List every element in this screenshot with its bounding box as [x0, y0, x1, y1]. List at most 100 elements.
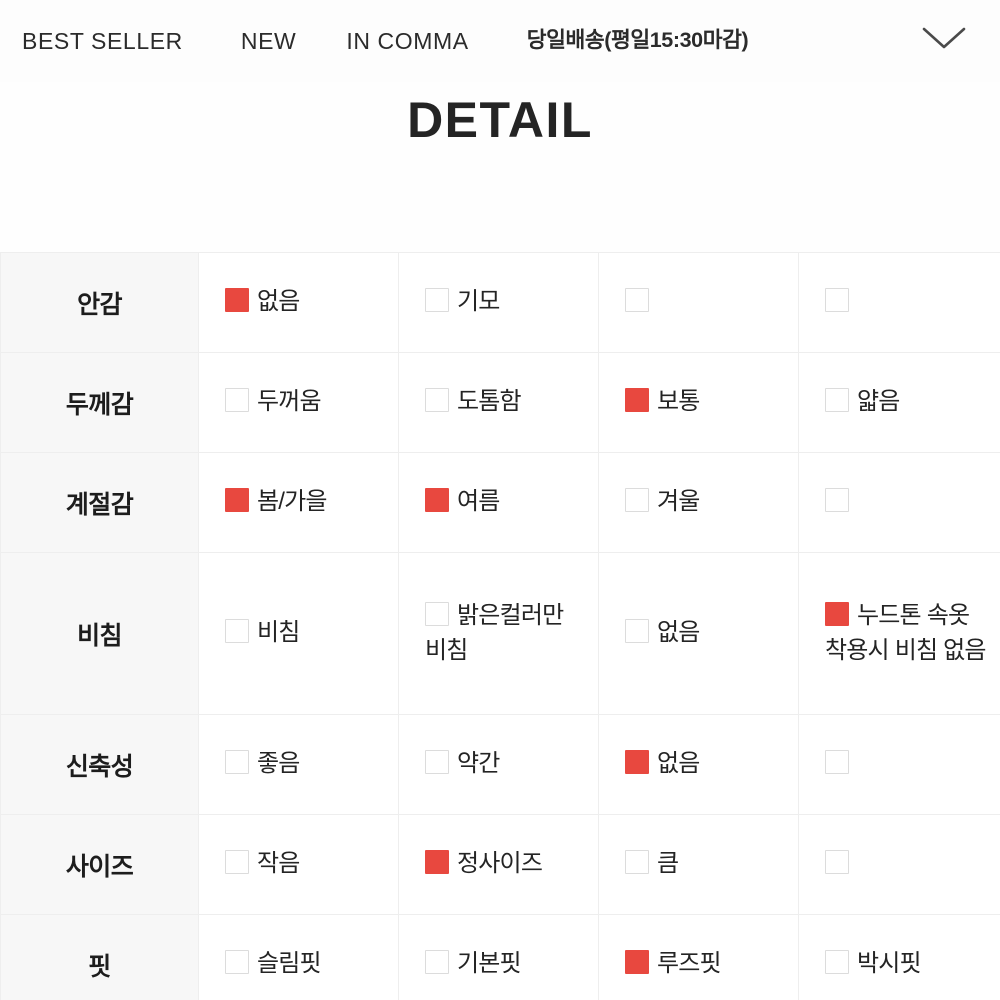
nav-expand-button[interactable]	[918, 22, 970, 54]
spec-option[interactable]: 좋음	[225, 747, 398, 781]
checkbox-checked-icon[interactable]	[625, 750, 649, 775]
spec-option-cell[interactable]: 봄/가을	[198, 452, 399, 553]
spec-option-label: 없음	[657, 619, 700, 647]
checkbox-checked-icon[interactable]	[225, 288, 249, 313]
spec-option-cell[interactable]: 큼	[598, 814, 799, 915]
spec-option[interactable]: 정사이즈	[425, 847, 598, 881]
spec-option[interactable]: 두꺼움	[225, 385, 398, 419]
checkbox-unchecked-icon[interactable]	[225, 388, 249, 413]
spec-option-cell[interactable]: 기모	[398, 252, 599, 353]
spec-option-cell[interactable]	[798, 814, 1000, 915]
spec-option[interactable]: 겨울	[625, 485, 798, 519]
spec-option-label: 기모	[457, 288, 500, 316]
spec-option-cell[interactable]: 없음	[198, 252, 399, 353]
spec-option[interactable]	[825, 847, 1000, 881]
checkbox-unchecked-icon[interactable]	[825, 950, 849, 975]
product-detail-page: BEST SELLER NEW IN COMMA 당일배송(평일15:30마감)…	[0, 0, 1000, 1000]
spec-option-cell[interactable]: 작음	[198, 814, 399, 915]
spec-option[interactable]: 없음	[625, 616, 798, 650]
table-row: 사이즈 작음 정사이즈 큼	[0, 814, 1000, 915]
spec-option-cell[interactable]: 겨울	[598, 452, 799, 553]
spec-option[interactable]: 봄/가을	[225, 485, 398, 519]
checkbox-unchecked-icon[interactable]	[625, 488, 649, 513]
spec-option-cell[interactable]	[798, 714, 1000, 815]
spec-option-cell[interactable]: 루즈핏	[598, 914, 799, 1000]
spec-option[interactable]: 여름	[425, 485, 598, 519]
spec-option-cell[interactable]: 누드톤 속옷 착용시 비침 없음	[798, 552, 1000, 715]
spec-option-cell[interactable]: 약간	[398, 714, 599, 815]
spec-option-cell[interactable]: 비침	[198, 552, 399, 715]
spec-option[interactable]: 얇음	[825, 385, 1000, 419]
checkbox-unchecked-icon[interactable]	[825, 750, 849, 775]
spec-option[interactable]: 약간	[425, 747, 598, 781]
checkbox-checked-icon[interactable]	[625, 950, 649, 975]
spec-option[interactable]	[825, 747, 1000, 781]
spec-option-cell[interactable]	[798, 452, 1000, 553]
checkbox-unchecked-icon[interactable]	[625, 619, 649, 644]
spec-option-label: 누드톤 속옷 착용시 비침 없음	[825, 602, 987, 664]
checkbox-checked-icon[interactable]	[825, 602, 849, 627]
nav-item-same-day-delivery[interactable]: 당일배송(평일15:30마감)	[527, 30, 749, 52]
spec-option[interactable]: 작음	[225, 847, 398, 881]
spec-option[interactable]: 슬림핏	[225, 947, 398, 981]
spec-row-label: 신축성	[0, 714, 199, 815]
table-row: 신축성 좋음 약간 없음	[0, 714, 1000, 815]
checkbox-unchecked-icon[interactable]	[425, 750, 449, 775]
checkbox-checked-icon[interactable]	[425, 850, 449, 875]
checkbox-unchecked-icon[interactable]	[225, 950, 249, 975]
checkbox-checked-icon[interactable]	[625, 388, 649, 413]
spec-option[interactable]: 큼	[625, 847, 798, 881]
spec-option-cell[interactable]: 없음	[598, 714, 799, 815]
nav-item-in-comma[interactable]: IN COMMA	[346, 29, 468, 53]
checkbox-unchecked-icon[interactable]	[625, 850, 649, 875]
checkbox-unchecked-icon[interactable]	[825, 288, 849, 313]
spec-option-cell[interactable]: 좋음	[198, 714, 399, 815]
nav-item-best-seller[interactable]: BEST SELLER	[22, 29, 183, 53]
checkbox-unchecked-icon[interactable]	[425, 950, 449, 975]
spec-option-cell[interactable]: 두꺼움	[198, 352, 399, 453]
spec-option-cell[interactable]: 얇음	[798, 352, 1000, 453]
table-row: 비침 비침 밝은컬러만 비침 없음 누드톤 속옷 착용시 비침 없음	[0, 552, 1000, 715]
spec-option-cell[interactable]	[798, 252, 1000, 353]
checkbox-unchecked-icon[interactable]	[425, 288, 449, 313]
spec-option[interactable]: 박시핏	[825, 947, 1000, 981]
spec-option[interactable]: 없음	[225, 285, 398, 319]
spec-option[interactable]: 루즈핏	[625, 947, 798, 981]
checkbox-unchecked-icon[interactable]	[425, 602, 449, 627]
spec-option-cell[interactable]: 기본핏	[398, 914, 599, 1000]
checkbox-unchecked-icon[interactable]	[825, 850, 849, 875]
spec-option-cell[interactable]: 정사이즈	[398, 814, 599, 915]
spec-option-cell[interactable]	[598, 252, 799, 353]
spec-option-label: 도톰함	[457, 388, 522, 416]
spec-option[interactable]: 비침	[225, 616, 398, 650]
spec-option-cell[interactable]: 보통	[598, 352, 799, 453]
spec-option-cell[interactable]: 슬림핏	[198, 914, 399, 1000]
spec-option[interactable]: 없음	[625, 747, 798, 781]
checkbox-unchecked-icon[interactable]	[625, 288, 649, 313]
spec-option-cell[interactable]: 도톰함	[398, 352, 599, 453]
checkbox-unchecked-icon[interactable]	[825, 388, 849, 413]
spec-option[interactable]: 밝은컬러만 비침	[425, 599, 598, 667]
checkbox-unchecked-icon[interactable]	[425, 388, 449, 413]
spec-option-cell[interactable]: 없음	[598, 552, 799, 715]
checkbox-unchecked-icon[interactable]	[825, 488, 849, 513]
spec-option-label: 박시핏	[857, 950, 922, 978]
spec-option-cell[interactable]: 밝은컬러만 비침	[398, 552, 599, 715]
spec-option[interactable]	[825, 485, 1000, 519]
spec-option[interactable]: 기모	[425, 285, 598, 319]
checkbox-checked-icon[interactable]	[225, 488, 249, 513]
spec-option-cell[interactable]: 여름	[398, 452, 599, 553]
nav-item-new[interactable]: NEW	[241, 29, 296, 53]
spec-option-cell[interactable]: 박시핏	[798, 914, 1000, 1000]
checkbox-unchecked-icon[interactable]	[225, 619, 249, 644]
spec-option[interactable]	[825, 285, 1000, 319]
spec-option[interactable]	[625, 285, 798, 319]
checkbox-unchecked-icon[interactable]	[225, 850, 249, 875]
spec-option[interactable]: 기본핏	[425, 947, 598, 981]
spec-option-label: 루즈핏	[657, 950, 722, 978]
spec-option[interactable]: 도톰함	[425, 385, 598, 419]
spec-option[interactable]: 누드톤 속옷 착용시 비침 없음	[825, 599, 1000, 667]
checkbox-unchecked-icon[interactable]	[225, 750, 249, 775]
checkbox-checked-icon[interactable]	[425, 488, 449, 513]
spec-option[interactable]: 보통	[625, 385, 798, 419]
